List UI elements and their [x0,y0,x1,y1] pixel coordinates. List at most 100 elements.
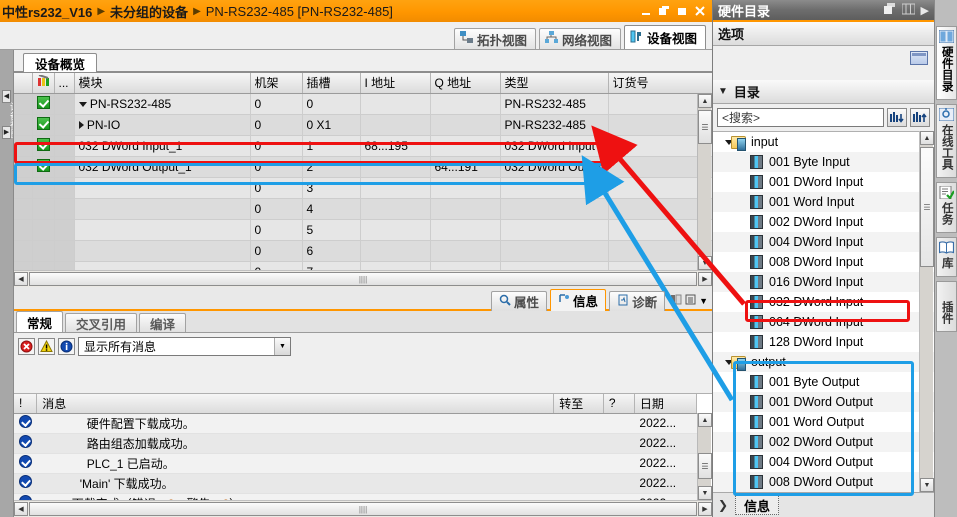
message-goto-cell[interactable] [553,473,604,494]
overview-horizontal-scrollbar[interactable]: ◀ |||| ▶ [14,270,712,287]
catalog-collapse-icon[interactable]: ▶ [921,4,929,17]
catalog-options-header[interactable]: 选项 [713,22,934,46]
col-rack[interactable]: 机架 [250,73,303,94]
table-row[interactable]: 03 [14,177,716,199]
expander-collapse-icon[interactable] [717,139,733,145]
row-ellipsis-cell[interactable] [54,198,75,220]
cell-rack[interactable]: 0 [250,219,303,241]
catalog-tree-item[interactable]: 001 DWord Input [713,172,934,192]
col-marker[interactable] [14,73,33,94]
cell-i-address[interactable] [360,240,431,262]
tab-diagnostics[interactable]: 诊断 [609,291,666,311]
col-status-icon[interactable] [32,73,55,94]
row-marker[interactable] [14,177,33,199]
message-date-cell[interactable]: 2022... [634,433,697,454]
catalog-float-icon[interactable] [883,2,896,18]
tab-network-view[interactable]: 网络视图 [538,28,621,49]
row-marker[interactable] [14,219,33,241]
message-filter-select[interactable]: 显示所有消息 ▼ [78,336,291,356]
cell-type[interactable]: 032 DWord Output [500,156,609,178]
message-h-scroll-thumb[interactable]: |||| [29,502,697,516]
message-scroll-up-icon[interactable]: ▲ [698,413,712,427]
tab-compile[interactable]: 编译 [139,313,187,332]
col-help[interactable]: ? [603,394,635,414]
cell-module[interactable] [74,240,251,262]
tab-device-overview[interactable]: 设备概览 [23,53,98,72]
row-status-cell[interactable] [32,240,55,262]
col-type[interactable]: 类型 [500,73,609,94]
cell-module[interactable]: 032 DWord Input_1 [74,135,251,157]
message-date-cell[interactable]: 2022... [634,413,697,434]
tab-cross-reference[interactable]: 交叉引用 [65,313,138,332]
search-input[interactable]: <搜索> [717,108,884,127]
col-goto[interactable]: 转至 [553,394,604,414]
catalog-scroll-thumb[interactable]: ☰ [920,147,934,267]
catalog-window-icon[interactable] [910,51,928,65]
cell-type[interactable] [500,198,609,220]
col-i-address[interactable]: I 地址 [360,73,431,94]
cell-rack[interactable]: 0 [250,156,303,178]
scroll-right-icon[interactable]: ▶ [698,272,712,286]
message-goto-cell[interactable] [553,453,604,474]
col-module[interactable]: 模块 [74,73,251,94]
col-q-address[interactable]: Q 地址 [430,73,501,94]
cell-rack[interactable]: 0 [250,198,303,220]
cell-slot[interactable]: 0 [302,93,361,115]
cell-type[interactable] [500,240,609,262]
error-filter-icon[interactable] [18,337,35,355]
rail-tab-tasks[interactable]: 任务 [935,182,957,233]
table-row[interactable]: 04 [14,198,716,220]
cell-slot[interactable]: 6 [302,240,361,262]
row-status-cell[interactable] [32,93,55,115]
catalog-tree-item[interactable]: 001 DWord Output [713,392,934,412]
row-ellipsis-cell[interactable] [54,177,75,199]
col-severity[interactable]: ! [14,394,38,414]
message-help-cell[interactable] [603,433,635,454]
cell-q-address[interactable] [430,93,501,115]
scroll-down-icon[interactable]: ▼ [698,256,712,270]
table-row[interactable]: PN-IO 0 0 X1 PN-RS232-485 [14,114,716,136]
cell-q-address[interactable] [430,135,501,157]
table-row[interactable]: PN-RS232-485 0 0 PN-RS232-485 [14,93,716,115]
info-filter-icon[interactable] [58,337,75,355]
cell-type[interactable]: 032 DWord Input [500,135,609,157]
left-strip-expand-icon[interactable]: ▶ [2,126,11,139]
cell-q-address[interactable]: 64...191 [430,156,501,178]
catalog-tree-folder[interactable]: input [713,132,934,152]
cell-i-address[interactable]: 68...195 [360,135,431,157]
table-row[interactable]: 032 DWord Output_1 0 2 64...191 032 DWord Ou… [14,156,716,178]
catalog-tree-item[interactable]: 002 DWord Input [713,212,934,232]
inspector-collapse-icon[interactable]: ▼ [699,296,708,306]
catalog-tree-item[interactable]: 001 Word Output [713,412,934,432]
catalog-columns-icon[interactable] [901,3,916,18]
expander-collapse-icon[interactable] [78,101,87,107]
cell-rack[interactable]: 0 [250,135,303,157]
row-marker[interactable] [14,240,33,262]
col-message[interactable]: 消息 [36,394,555,414]
cell-i-address[interactable] [360,198,431,220]
cell-i-address[interactable] [360,177,431,199]
h-scroll-thumb[interactable]: |||| [29,272,697,286]
row-marker[interactable] [14,135,33,157]
row-status-checkbox[interactable] [36,95,50,109]
row-marker[interactable] [14,198,33,220]
tab-topology-view[interactable]: 拓扑视图 [453,28,536,49]
cell-q-address[interactable] [430,240,501,262]
cell-module[interactable]: 032 DWord Output_1 [74,156,251,178]
cell-q-address[interactable] [430,114,501,136]
left-strip-collapse-icon[interactable]: ◀ [2,90,11,103]
row-ellipsis-cell[interactable] [54,156,75,178]
scroll-up-icon[interactable]: ▲ [698,94,712,108]
breadcrumb-item-project[interactable]: 中性rs232_V16 [2,2,92,21]
cell-type[interactable] [500,177,609,199]
cell-module[interactable]: PN-RS232-485 [74,93,251,115]
tab-properties[interactable]: 属性 [491,291,548,311]
catalog-tree-item[interactable]: 001 Word Input [713,192,934,212]
catalog-tree-folder[interactable]: output [713,352,934,372]
tab-general[interactable]: 常规 [16,311,64,332]
cell-q-address[interactable] [430,219,501,241]
row-ellipsis-cell[interactable] [54,135,75,157]
scroll-thumb[interactable]: ☰ [698,110,712,144]
cell-module[interactable] [74,177,251,199]
rail-tab-addins[interactable]: 插件 [935,280,957,332]
